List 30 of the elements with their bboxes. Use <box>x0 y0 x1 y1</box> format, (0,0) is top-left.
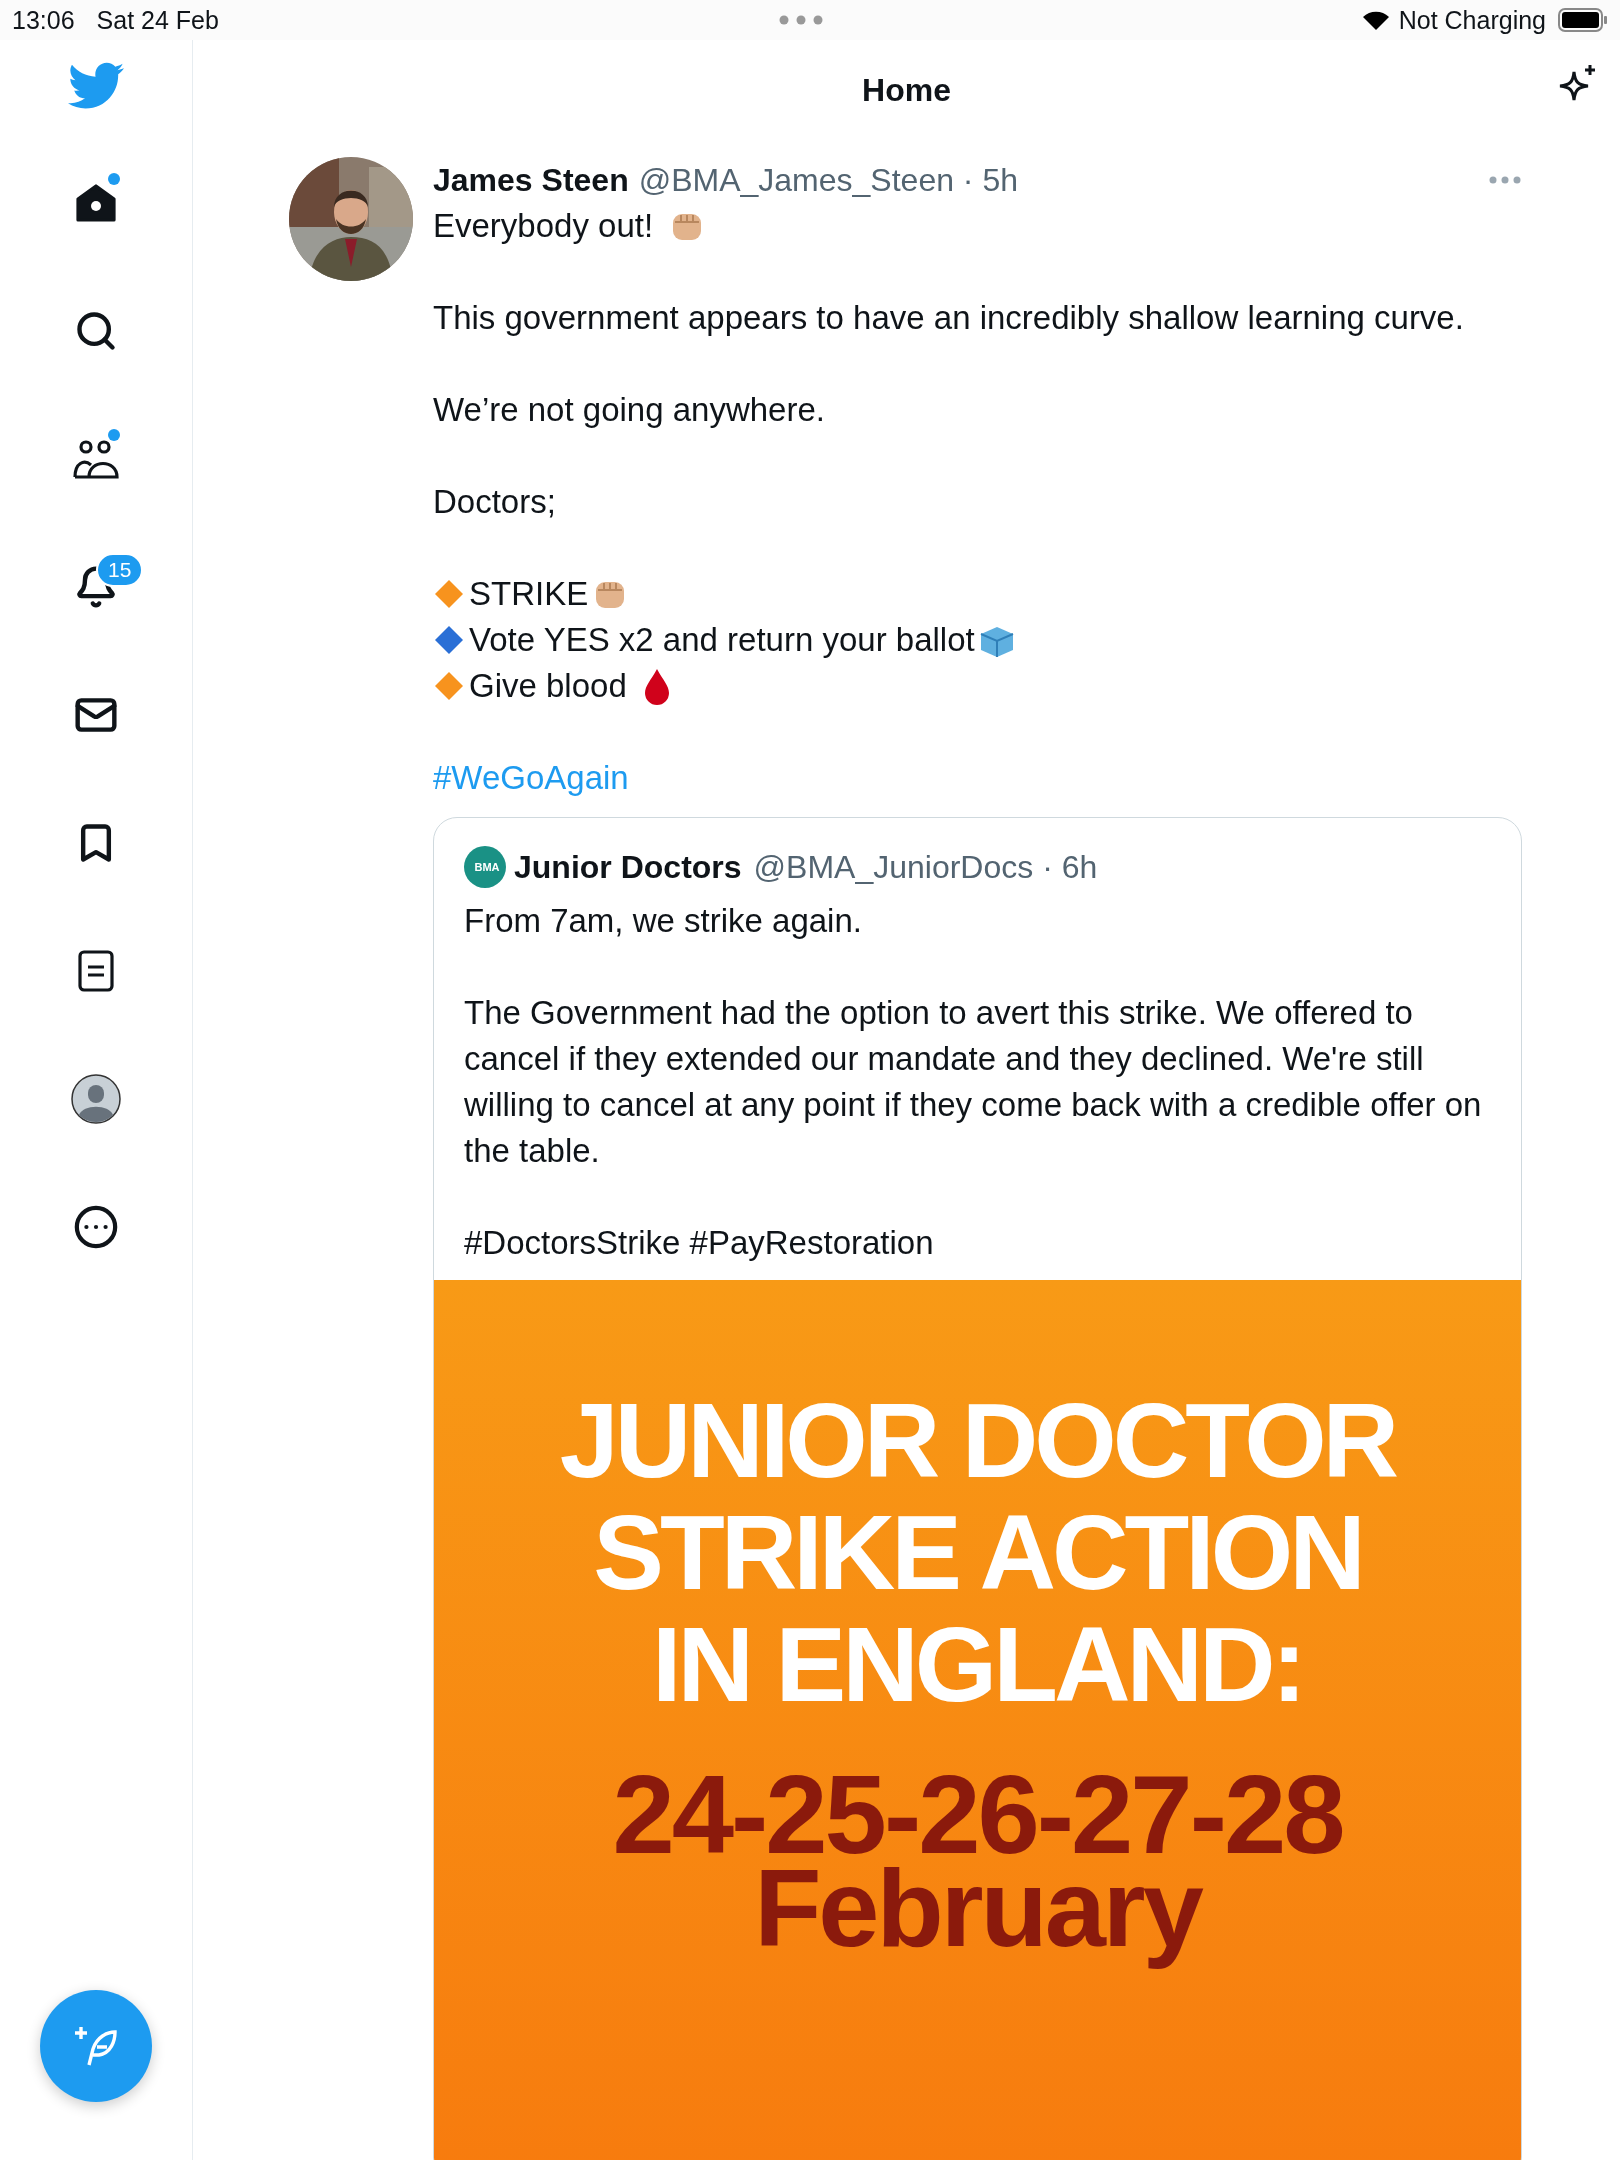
poster-headline: STRIKE ACTION <box>593 1496 1362 1608</box>
tweet-text: We’re not going anywhere. <box>433 390 825 430</box>
quoted-tweet[interactable] <box>433 817 1522 2160</box>
tweet-text: This government appears to have an incredibly shallow learning curve. <box>433 298 1464 338</box>
author-handle: @BMA_JuniorDocs · 6h <box>753 848 1098 886</box>
quote-text: #DoctorsStrike #PayRestoration <box>464 1223 935 1263</box>
poster-headline: JUNIOR DOCTOR <box>559 1384 1396 1496</box>
author-name: Junior Doctors <box>514 848 742 886</box>
quote-text: From 7am, we strike again. <box>464 901 863 941</box>
more-icon <box>778 15 823 25</box>
page-title: Home <box>862 71 951 109</box>
charging-status: Not Charging <box>1398 5 1546 35</box>
bird-logo <box>68 62 124 110</box>
list-item-text: Vote YES x2 and return your ballot <box>469 620 975 660</box>
hashtag-link[interactable]: #WeGoAgain <box>433 755 629 801</box>
status-date: Sat 24 Feb <box>96 5 219 35</box>
notifications-tab[interactable]: 15 <box>40 547 152 627</box>
author-name: James Steen <box>433 161 629 199</box>
poster-headline: IN ENGLAND: <box>652 1608 1303 1720</box>
list-item-text: Give blood <box>469 666 627 706</box>
organization-avatar: BMA <box>464 846 506 888</box>
compose-button[interactable] <box>40 1990 152 2102</box>
battery-icon <box>1558 8 1608 32</box>
quote-text: The Government had the option to avert this strike. We offered to cancel if they extended our mandate and they declined. We're still willing to cancel at any point if they come back with a credible offer on the table. <box>464 993 1483 1171</box>
status-time: 13:06 <box>12 5 75 35</box>
notification-count: 15 <box>96 553 144 587</box>
tweet-text: Everybody out! <box>433 206 654 246</box>
tweet-text: Doctors; <box>433 482 556 522</box>
list-item-text: STRIKE <box>469 574 589 614</box>
author-handle: @BMA_James_Steen · 5h <box>638 161 1018 199</box>
